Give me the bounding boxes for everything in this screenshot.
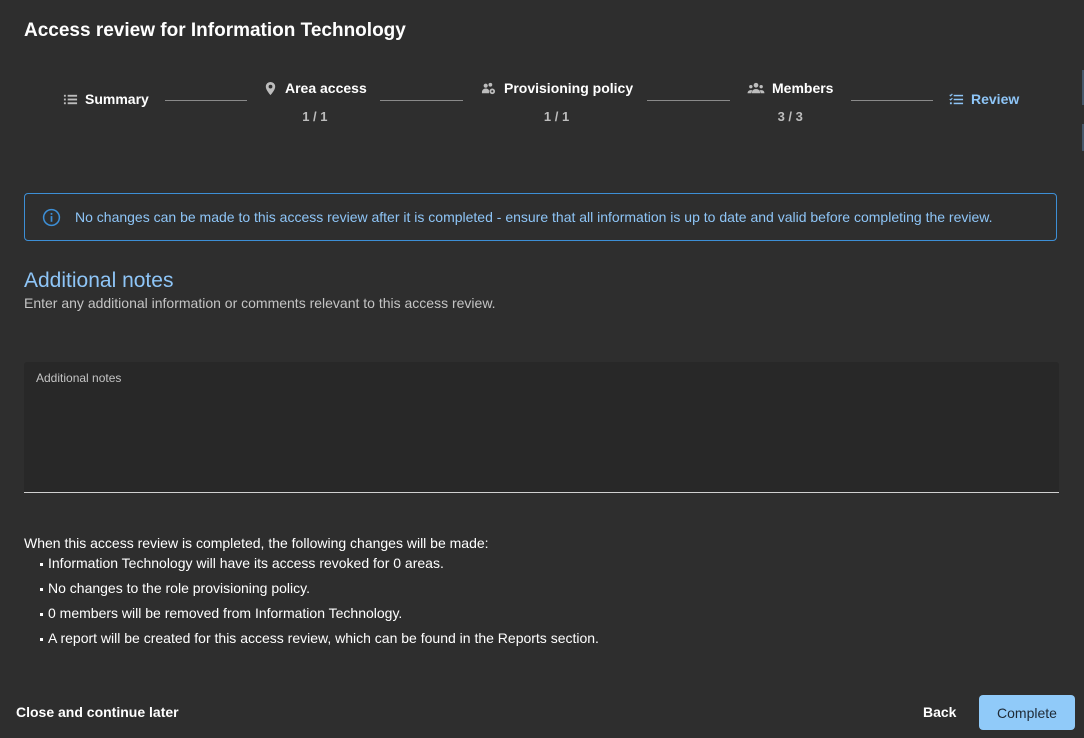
stepper: Summary Area access 1 / 1 Provisioning p… (0, 78, 1084, 138)
step-connector (380, 100, 463, 101)
change-text: No changes to the role provisioning poli… (48, 580, 311, 596)
step-connector (165, 100, 247, 101)
changes-list: Information Technology will have its acc… (40, 555, 599, 655)
step-provisioning-policy[interactable]: Provisioning policy 1 / 1 (480, 80, 633, 124)
change-text: A report will be created for this access… (48, 630, 599, 646)
notes-section-title: Additional notes (24, 269, 174, 292)
change-text: 0 members will be removed from Informati… (48, 605, 403, 621)
step-label: Review (971, 91, 1020, 107)
notes-section-subtitle: Enter any additional information or comm… (24, 295, 496, 311)
close-and-continue-later-button[interactable]: Close and continue later (16, 704, 179, 720)
step-connector (851, 100, 933, 101)
list-icon (63, 94, 78, 104)
info-icon (42, 208, 61, 226)
checklist-icon (949, 92, 964, 104)
change-text: Information Technology will have its acc… (48, 555, 444, 571)
dialog-title: Access review for Information Technology (24, 20, 406, 41)
notes-field-label: Additional notes (36, 371, 122, 385)
location-pin-icon (265, 81, 276, 95)
step-review[interactable]: Review (949, 91, 1019, 107)
step-label: Summary (85, 91, 149, 107)
list-item: A report will be created for this access… (40, 630, 599, 655)
back-button[interactable]: Back (923, 704, 956, 720)
step-connector (647, 100, 730, 101)
list-item: 0 members will be removed from Informati… (40, 605, 599, 630)
additional-notes-field[interactable]: Additional notes (24, 362, 1059, 493)
bullet (40, 563, 43, 566)
step-area-access[interactable]: Area access 1 / 1 (263, 80, 367, 124)
bullet (40, 613, 43, 616)
bullet (40, 588, 43, 591)
bullet (40, 638, 43, 641)
users-gear-icon (481, 82, 496, 94)
users-icon (747, 82, 765, 93)
step-summary[interactable]: Summary (63, 91, 149, 107)
step-members[interactable]: Members 3 / 3 (747, 80, 833, 124)
info-text: No changes can be made to this access re… (75, 209, 993, 225)
step-count: 1 / 1 (543, 109, 570, 124)
step-label: Provisioning policy (504, 80, 634, 96)
list-item: Information Technology will have its acc… (40, 555, 599, 580)
step-label: Area access (285, 80, 367, 96)
list-item: No changes to the role provisioning poli… (40, 580, 599, 605)
changes-intro: When this access review is completed, th… (24, 535, 489, 551)
step-count: 1 / 1 (302, 109, 328, 124)
step-count: 3 / 3 (777, 109, 803, 124)
step-label: Members (772, 80, 834, 96)
complete-button[interactable]: Complete (979, 695, 1075, 730)
info-banner: No changes can be made to this access re… (24, 193, 1057, 241)
additional-notes-input[interactable] (24, 390, 1059, 490)
